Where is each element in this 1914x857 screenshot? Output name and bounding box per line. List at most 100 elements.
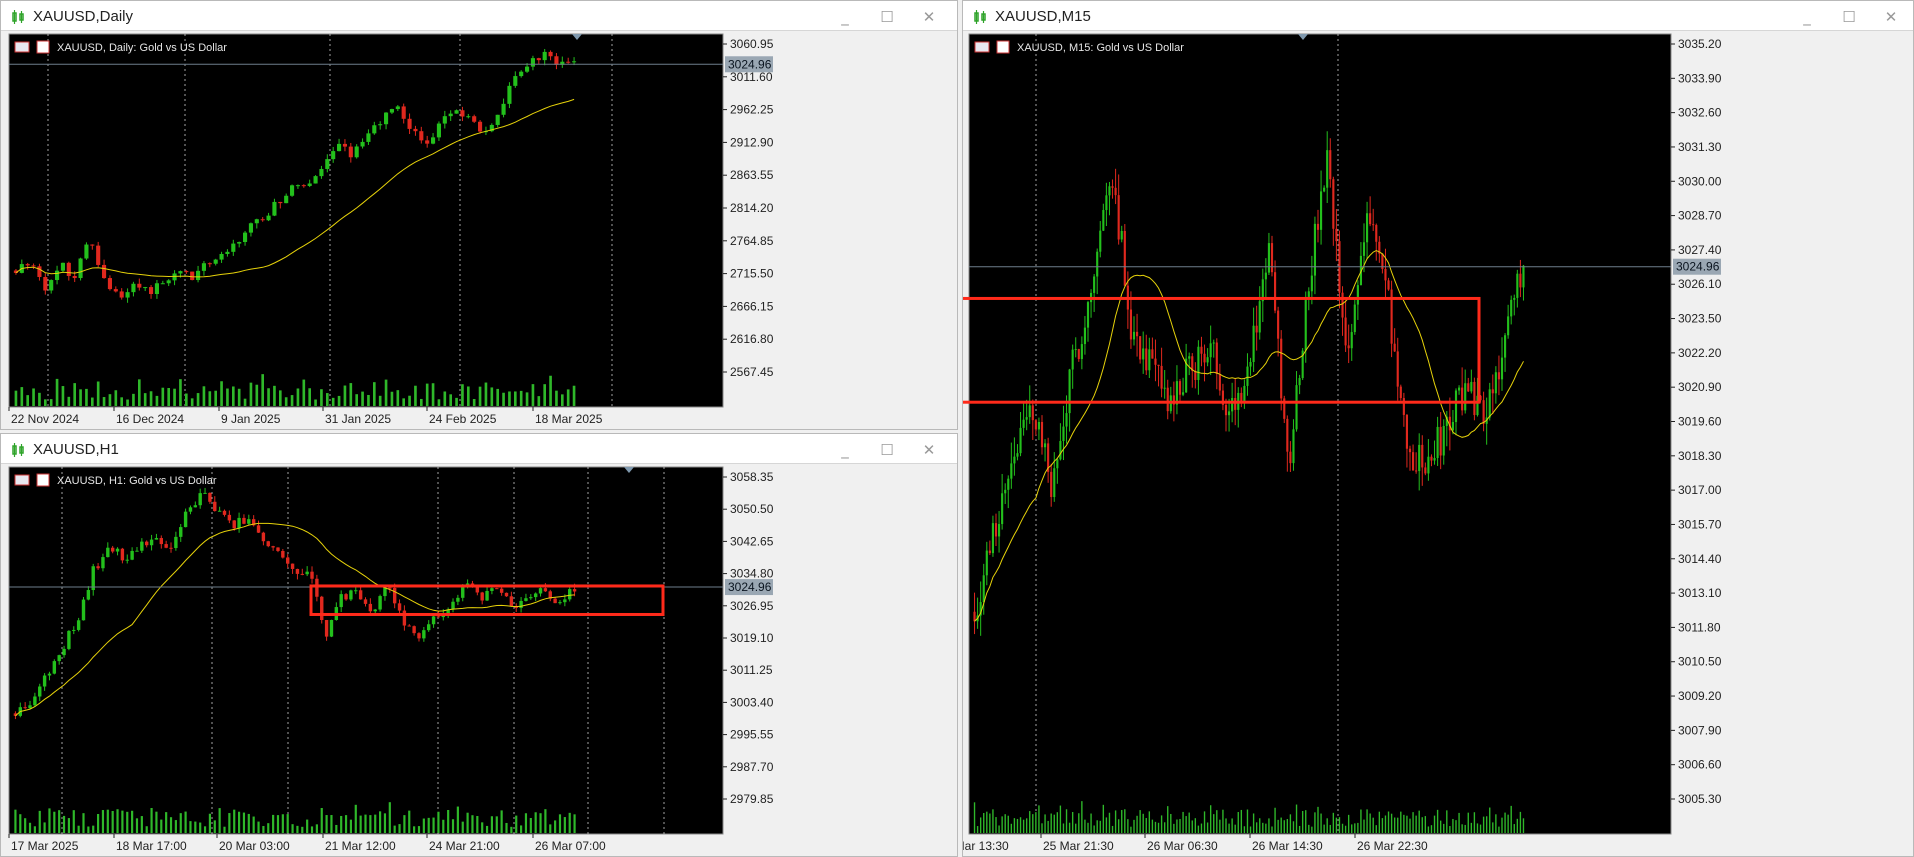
candle-body [1353, 304, 1356, 333]
candle-body [1356, 285, 1359, 305]
candle-body [1145, 348, 1148, 371]
candle-body [295, 568, 300, 574]
candle-body [461, 586, 465, 598]
price-tick-label: 3014.40 [1678, 552, 1722, 566]
candle-body [140, 541, 144, 551]
maximize-button[interactable]: ☐ [875, 440, 899, 460]
candle-body [1430, 456, 1433, 461]
price-tick-label: 3028.70 [1678, 209, 1722, 223]
candle-body [1323, 187, 1326, 192]
time-tick-label: 21 Mar 12:00 [325, 839, 396, 853]
maximize-button[interactable]: ☐ [875, 7, 899, 27]
candle-body [1065, 413, 1068, 427]
m15-candlestick-chart[interactable]: XAUUSD, M15: Gold vs US Dollar 3035.20 303… [963, 31, 1913, 856]
daily-candlestick-chart[interactable]: XAUUSD, Daily: Gold vs US Dollar 3060.95 3… [1, 31, 957, 429]
price-tick-label: 3009.20 [1678, 689, 1722, 703]
window-titlebar[interactable]: XAUUSD,M15 _ ☐ ✕ [963, 1, 1913, 31]
candle-body [208, 492, 212, 502]
candle-body [566, 61, 571, 63]
window-titlebar[interactable]: XAUUSD,H1 _ ☐ ✕ [1, 434, 957, 464]
candle-body [145, 541, 149, 546]
candle-body [225, 251, 230, 254]
daily-chart-window[interactable]: XAUUSD,Daily _ ☐ ✕ XAUUSD, Daily: Gold v… [0, 0, 958, 430]
plot-area [8, 466, 724, 835]
candle-body [154, 283, 159, 294]
candle-body [1019, 427, 1022, 454]
candle-body [388, 587, 392, 589]
candle-body [72, 629, 76, 631]
candle-body [1436, 426, 1439, 459]
chart-title: XAUUSD, M15: Gold vs US Dollar [1017, 42, 1184, 54]
flag-icon [14, 474, 30, 486]
candle-body [1200, 346, 1203, 354]
candlestick-chart-icon [12, 10, 24, 24]
candle-body [174, 536, 178, 549]
time-tick-label: 26 Mar 14:30 [1252, 839, 1323, 853]
price-tick-label: 3003.40 [730, 695, 774, 709]
candle-body [1362, 242, 1366, 256]
candle-body [554, 56, 559, 65]
candle-body [397, 603, 402, 611]
candle-body [568, 589, 572, 600]
window-titlebar[interactable]: XAUUSD,Daily _ ☐ ✕ [1, 1, 957, 31]
candle-body [1439, 426, 1442, 456]
candle-body [272, 201, 277, 216]
chart-title: XAUUSD, H1: Gold vs US Dollar [57, 475, 217, 487]
price-tick-label: 3019.10 [730, 631, 774, 645]
candle-body [456, 597, 460, 602]
candle-body [62, 648, 66, 656]
candle-body [985, 550, 988, 576]
minimize-button[interactable]: _ [833, 7, 857, 27]
h1-chart-window[interactable]: XAUUSD,H1 _ ☐ ✕ XAUUSD, H1: Gold vs US D… [0, 433, 958, 857]
candle-body [1080, 344, 1083, 360]
candle-body [1369, 213, 1372, 225]
price-tick-label: 3027.40 [1678, 243, 1722, 257]
maximize-button[interactable]: ☐ [1837, 7, 1861, 27]
candle-body [1132, 331, 1136, 340]
candle-body [1522, 265, 1525, 288]
candle-body [1289, 451, 1292, 464]
candle-body [378, 596, 382, 610]
minimize-button[interactable]: _ [1795, 7, 1819, 27]
chart-title: XAUUSD, Daily: Gold vs US Dollar [57, 42, 227, 54]
candle-body [301, 185, 306, 187]
candle-body [107, 278, 112, 290]
price-tag-label: 3024.96 [1676, 260, 1720, 274]
candle-body [1068, 369, 1071, 414]
candle-body [37, 266, 42, 278]
candle-body [543, 588, 548, 592]
candle-body [395, 106, 400, 110]
chart-header: XAUUSD, H1: Gold vs US Dollar [14, 473, 217, 487]
candle-body [227, 514, 232, 521]
price-tick-label: 3033.90 [1678, 71, 1722, 85]
price-tick-label: 3032.60 [1678, 106, 1722, 120]
candle-body [1151, 349, 1154, 359]
candle-body [504, 592, 509, 597]
candle-body [1007, 478, 1010, 490]
price-tick-label: 2962.25 [730, 103, 774, 117]
price-tick-label: 3015.70 [1678, 517, 1722, 531]
candle-body [78, 258, 83, 279]
close-button[interactable]: ✕ [917, 440, 941, 460]
candle-body [349, 590, 353, 600]
price-tick-label: 3026.10 [1678, 277, 1722, 291]
candle-body [219, 253, 224, 260]
candle-body [160, 283, 165, 285]
candle-body [553, 598, 557, 604]
candle-body [201, 263, 206, 271]
minimize-button[interactable]: _ [833, 440, 857, 460]
candle-body [358, 590, 363, 600]
candle-body [339, 594, 343, 608]
candle-body [1298, 378, 1301, 386]
price-tag: 3024.96 [1673, 258, 1721, 275]
close-button[interactable]: ✕ [917, 7, 941, 27]
close-button[interactable]: ✕ [1879, 7, 1903, 27]
candle-body [342, 143, 347, 147]
m15-chart-window[interactable]: XAUUSD,M15 _ ☐ ✕ XAUUSD, M15: Gold vs US… [962, 0, 1914, 857]
h1-candlestick-chart[interactable]: XAUUSD, H1: Gold vs US Dollar 3058.35 3050… [1, 464, 957, 856]
candle-body [442, 116, 447, 124]
candle-body [1500, 357, 1504, 380]
price-tick-label: 3020.90 [1678, 380, 1722, 394]
price-tick-label: 2912.90 [730, 135, 774, 149]
candle-body [90, 244, 95, 246]
